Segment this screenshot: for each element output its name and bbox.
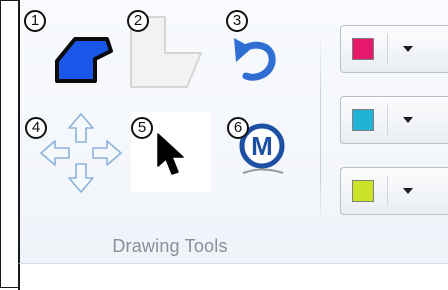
ribbon-footer bbox=[18, 263, 448, 290]
undo-button[interactable] bbox=[218, 24, 290, 96]
polygon-tool-button[interactable] bbox=[46, 24, 118, 96]
badge-6: 6 bbox=[227, 117, 249, 139]
color-picker-yellow[interactable] bbox=[340, 167, 448, 215]
badge-1: 1 bbox=[24, 10, 46, 32]
cyan-swatch bbox=[352, 109, 374, 131]
color-picker-cyan[interactable] bbox=[340, 96, 448, 144]
pointer-arrow-icon bbox=[155, 132, 189, 185]
split-divider bbox=[387, 34, 388, 64]
dropdown-arrow-icon[interactable] bbox=[403, 46, 413, 52]
polygon-shape-icon bbox=[51, 29, 113, 92]
badge-4: 4 bbox=[25, 117, 47, 139]
dropdown-arrow-icon[interactable] bbox=[403, 117, 413, 123]
split-divider bbox=[387, 105, 388, 135]
pink-swatch bbox=[352, 38, 374, 60]
group-separator bbox=[320, 40, 321, 220]
dropdown-arrow-icon[interactable] bbox=[403, 188, 413, 194]
badge-3: 3 bbox=[226, 10, 248, 32]
split-divider bbox=[387, 176, 388, 206]
undo-arrow-icon bbox=[226, 30, 282, 91]
pan-tool-button[interactable] bbox=[36, 110, 126, 200]
yellow-swatch bbox=[352, 180, 374, 202]
badge-5: 5 bbox=[131, 117, 153, 139]
group-label: Drawing Tools bbox=[112, 236, 228, 256]
color-picker-pink[interactable] bbox=[340, 25, 448, 73]
pan-arrows-icon bbox=[37, 110, 125, 201]
badge-2: 2 bbox=[127, 10, 149, 32]
svg-text:M: M bbox=[251, 131, 273, 161]
